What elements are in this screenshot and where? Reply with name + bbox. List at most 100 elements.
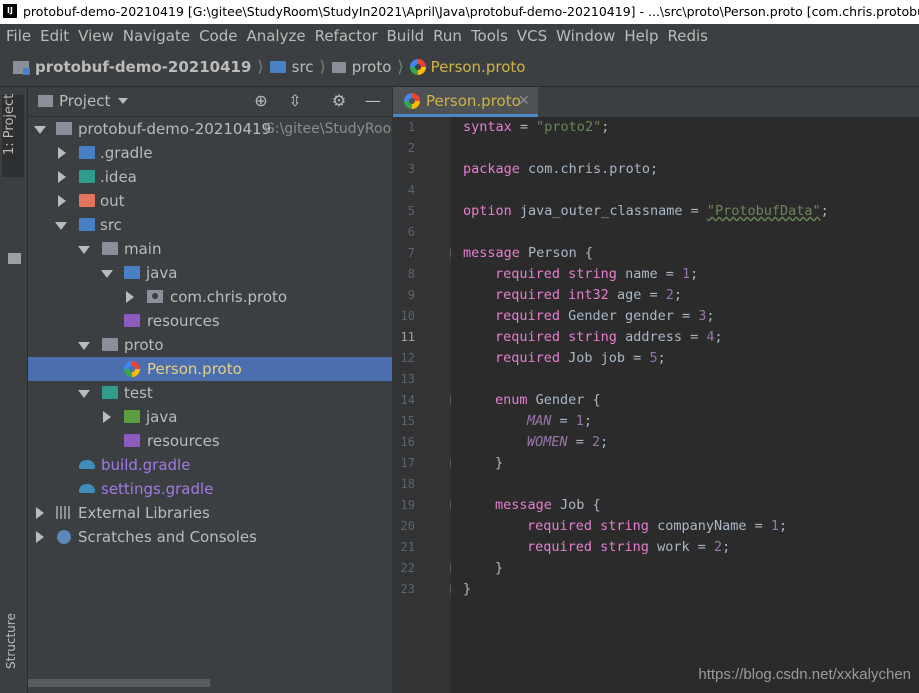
- tree-row-test-dir[interactable]: test: [28, 381, 392, 405]
- menu-window[interactable]: Window: [552, 24, 619, 48]
- gear-icon[interactable]: ⚙: [330, 92, 348, 110]
- collapsed-arrow-icon[interactable]: [56, 189, 66, 213]
- menu-analyze[interactable]: Analyze: [242, 24, 309, 48]
- keyword: syntax: [463, 119, 512, 135]
- source-folder-icon: [79, 218, 95, 231]
- tree-row-main-dir[interactable]: main: [28, 237, 392, 261]
- tree-row-test-resources-dir[interactable]: resources: [28, 429, 392, 453]
- line-number: 20: [400, 519, 415, 533]
- module-icon: [13, 60, 30, 75]
- code-text: Gender {: [527, 392, 601, 408]
- expanded-arrow-icon[interactable]: [55, 213, 67, 237]
- code-line: message Job {: [495, 495, 601, 516]
- close-icon[interactable]: ✕: [518, 87, 530, 115]
- protobuf-file-icon: [409, 59, 426, 75]
- editor-tab-person-proto[interactable]: Person.proto ✕: [393, 87, 538, 117]
- project-tool-window-tab[interactable]: 1: Project: [2, 94, 24, 177]
- line-number: 23: [400, 582, 415, 596]
- collapsed-arrow-icon[interactable]: [56, 165, 66, 189]
- tree-row-gradle-dir[interactable]: .gradle: [28, 141, 392, 165]
- tree-row-idea-dir[interactable]: .idea: [28, 165, 392, 189]
- tree-label: proto: [124, 336, 164, 354]
- menu-run[interactable]: Run: [429, 24, 466, 48]
- code-line: message Person {: [463, 243, 593, 264]
- keyword: package: [463, 161, 520, 177]
- intellij-app-icon: IJ: [3, 4, 17, 18]
- collapsed-arrow-icon[interactable]: [34, 501, 44, 525]
- tree-row-settings-gradle[interactable]: settings.gradle: [28, 477, 392, 501]
- code-text: com.chris.proto;: [519, 161, 659, 177]
- code-text: Job job =: [560, 350, 650, 366]
- tree-row-src-dir[interactable]: src: [28, 213, 392, 237]
- breadcrumb-file[interactable]: Person.proto: [409, 48, 525, 86]
- tree-row-out-dir[interactable]: out: [28, 189, 392, 213]
- idea-folder-icon: [79, 170, 95, 183]
- menu-tools[interactable]: Tools: [467, 24, 512, 48]
- code-text: }: [495, 560, 504, 576]
- tree-row-main-java-dir[interactable]: java: [28, 261, 392, 285]
- folder-icon: [8, 253, 21, 264]
- menu-refactor[interactable]: Refactor: [311, 24, 382, 48]
- dropdown-caret-icon[interactable]: [118, 98, 129, 104]
- collapsed-arrow-icon[interactable]: [124, 285, 134, 309]
- tree-label: build.gradle: [101, 456, 191, 474]
- menu-navigate[interactable]: Navigate: [119, 24, 194, 48]
- tree-row-external-libraries[interactable]: External Libraries: [28, 501, 392, 525]
- project-view-icon: [38, 95, 53, 107]
- tree-row-proto-dir[interactable]: proto: [28, 333, 392, 357]
- scratches-icon: [57, 530, 71, 544]
- project-panel: Project ⊕ ⇳ ⚙ — protobuf-demo-20210419 G…: [28, 87, 405, 693]
- collapsed-arrow-icon[interactable]: [56, 141, 66, 165]
- tree-row-person-proto[interactable]: Person.proto: [28, 357, 392, 381]
- menu-view[interactable]: View: [74, 24, 118, 48]
- expanded-arrow-icon[interactable]: [78, 237, 90, 261]
- project-view-selector[interactable]: Project: [59, 92, 110, 110]
- expanded-arrow-icon[interactable]: [78, 333, 90, 357]
- breadcrumb-src[interactable]: src: [269, 48, 314, 86]
- type-keyword: string: [600, 539, 649, 555]
- collapse-all-icon[interactable]: ⇳: [286, 92, 304, 110]
- libraries-icon: [56, 506, 72, 519]
- folder-icon: [331, 61, 346, 73]
- expanded-arrow-icon[interactable]: [78, 381, 90, 405]
- menu-build[interactable]: Build: [383, 24, 429, 48]
- tree-label: java: [146, 408, 178, 426]
- menu-edit[interactable]: Edit: [36, 24, 73, 48]
- module-folder-icon: [102, 242, 118, 255]
- test-folder-icon: [102, 386, 118, 399]
- breadcrumb-proto-label: proto: [351, 58, 392, 76]
- line-number: 8: [407, 267, 415, 281]
- number-literal: 1: [681, 266, 691, 282]
- structure-tool-window-tab[interactable]: Structure: [4, 613, 18, 669]
- breadcrumb-project[interactable]: protobuf-demo-20210419: [13, 48, 251, 86]
- tree-row-scratches[interactable]: Scratches and Consoles: [28, 525, 392, 549]
- code-editor[interactable]: syntax = "proto2"; package com.chris.pro…: [451, 117, 919, 693]
- menu-help[interactable]: Help: [620, 24, 662, 48]
- menu-redis[interactable]: Redis: [664, 24, 712, 48]
- menu-code[interactable]: Code: [195, 24, 241, 48]
- menu-vcs[interactable]: VCS: [513, 24, 551, 48]
- expanded-arrow-icon[interactable]: [34, 117, 46, 141]
- expanded-arrow-icon[interactable]: [101, 261, 113, 285]
- type-keyword: string: [600, 518, 649, 534]
- collapsed-arrow-icon[interactable]: [34, 525, 44, 549]
- editor-tab-bar: Person.proto ✕: [393, 87, 919, 118]
- gradle-folder-icon: [79, 146, 95, 159]
- locate-target-icon[interactable]: ⊕: [252, 92, 270, 110]
- code-line: WOMEN = 2;: [527, 432, 608, 453]
- tree-row-test-java-dir[interactable]: java: [28, 405, 392, 429]
- tree-row-build-gradle[interactable]: build.gradle: [28, 453, 392, 477]
- horizontal-scrollbar[interactable]: [28, 679, 210, 687]
- menu-file[interactable]: File: [0, 24, 35, 48]
- minimize-icon[interactable]: —: [364, 92, 382, 110]
- tree-label: resources: [147, 312, 220, 330]
- code-text: =: [511, 119, 537, 135]
- line-number: 6: [407, 225, 415, 239]
- tree-row-package[interactable]: com.chris.proto: [28, 285, 392, 309]
- breadcrumb-src-label: src: [291, 58, 314, 76]
- breadcrumb-proto[interactable]: proto: [331, 48, 392, 86]
- collapsed-arrow-icon[interactable]: [101, 405, 111, 429]
- tree-row-main-resources-dir[interactable]: resources: [28, 309, 392, 333]
- tree-row-project-root[interactable]: protobuf-demo-20210419 G:\gitee\StudyRoo…: [28, 117, 405, 141]
- keyword: option: [463, 203, 512, 219]
